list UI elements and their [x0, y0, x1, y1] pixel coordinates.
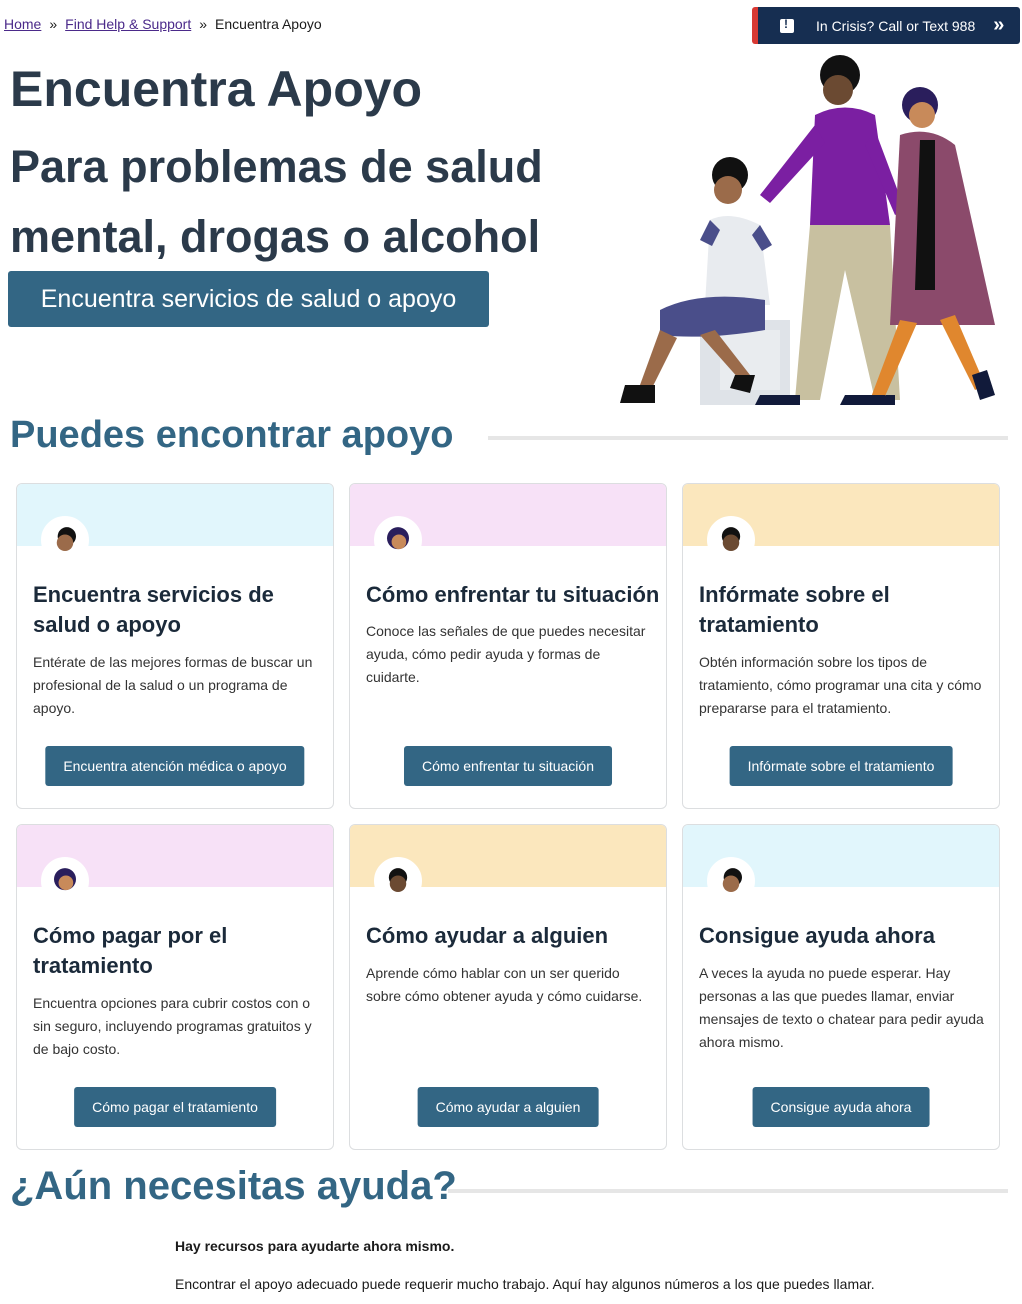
get-help-now-button[interactable]: Consigue ayuda ahora [752, 1087, 930, 1127]
coping-button[interactable]: Cómo enfrentar tu situación [404, 746, 612, 786]
person-avatar-icon [707, 857, 755, 905]
crisis-label: In Crisis? Call or Text 988 [816, 17, 976, 34]
page-title: Encuentra Apoyo [10, 61, 423, 117]
card-text: Aprende cómo hablar con un ser querido s… [366, 965, 643, 1004]
card-title: Cómo enfrentar tu situación [366, 582, 660, 607]
card-get-help-now: Consigue ayuda ahora A veces la ayuda no… [682, 824, 1000, 1150]
card-text: Entérate de las mejores formas de buscar… [33, 654, 313, 716]
breadcrumb-find-help-link[interactable]: Find Help & Support [65, 16, 191, 32]
card-title: Consigue ayuda ahora [699, 923, 935, 948]
find-services-button[interactable]: Encuentra servicios de salud o apoyo [8, 271, 489, 327]
pay-treatment-button[interactable]: Cómo pagar el tratamiento [74, 1087, 276, 1127]
card-title: Cómo ayudar a alguien [366, 923, 609, 948]
card-paying: Cómo pagar por el tratamiento Encuentra … [16, 824, 334, 1150]
card-treatment: Infórmate sobre el tratamiento Obtén inf… [682, 483, 1000, 809]
card-help-someone: Cómo ayudar a alguien Aprende cómo habla… [349, 824, 667, 1150]
person-avatar-icon [707, 516, 755, 564]
find-care-button[interactable]: Encuentra atención médica o apoyo [45, 746, 305, 786]
section-heading-find-support: Puedes encontrar apoyo [10, 414, 454, 456]
treatment-info-button[interactable]: Infórmate sobre el tratamiento [729, 746, 953, 786]
alert-icon [780, 17, 794, 33]
double-chevron-right-icon: » [993, 14, 1005, 36]
breadcrumb-separator: » [49, 16, 58, 32]
card-text: A veces la ayuda no puede esperar. Hay p… [699, 965, 984, 1050]
breadcrumb-current: Encuentra Apoyo [215, 16, 322, 32]
crisis-banner-button[interactable]: In Crisis? Call or Text 988 » [752, 7, 1020, 44]
card-find-services: Encuentra servicios de salud o apoyo Ent… [16, 483, 334, 809]
card-text: Obtén información sobre los tipos de tra… [699, 654, 982, 716]
card-text: Encuentra opciones para cubrir costos co… [33, 995, 312, 1057]
resources-intro-text: Encontrar el apoyo adecuado puede requer… [175, 1276, 875, 1292]
card-title: Infórmate sobre el tratamiento [699, 582, 890, 637]
help-someone-button[interactable]: Cómo ayudar a alguien [417, 1087, 599, 1127]
person-avatar-icon [41, 516, 89, 564]
card-title: Cómo pagar por el tratamiento [33, 923, 228, 978]
person-avatar-icon [374, 516, 422, 564]
section-divider [448, 1189, 1008, 1193]
resources-intro-bold: Hay recursos para ayudarte ahora mismo. [175, 1238, 455, 1254]
page-subtitle: Para problemas de salud mental, drogas o… [10, 141, 543, 262]
people-walking-illustration [620, 55, 995, 405]
section-heading-still-need-help: ¿Aún necesitas ayuda? [10, 1164, 457, 1208]
breadcrumb-separator: » [199, 16, 208, 32]
breadcrumb-home-link[interactable]: Home [4, 16, 41, 32]
breadcrumb: Home » Find Help & Support » Encuentra Apoyo [4, 16, 322, 32]
section-divider [488, 436, 1008, 440]
card-coping: Cómo enfrentar tu situación Conoce las s… [349, 483, 667, 809]
person-avatar-icon [374, 857, 422, 905]
card-text: Conoce las señales de que puedes necesit… [366, 623, 646, 685]
card-title: Encuentra servicios de salud o apoyo [33, 582, 274, 637]
person-avatar-icon [41, 857, 89, 905]
